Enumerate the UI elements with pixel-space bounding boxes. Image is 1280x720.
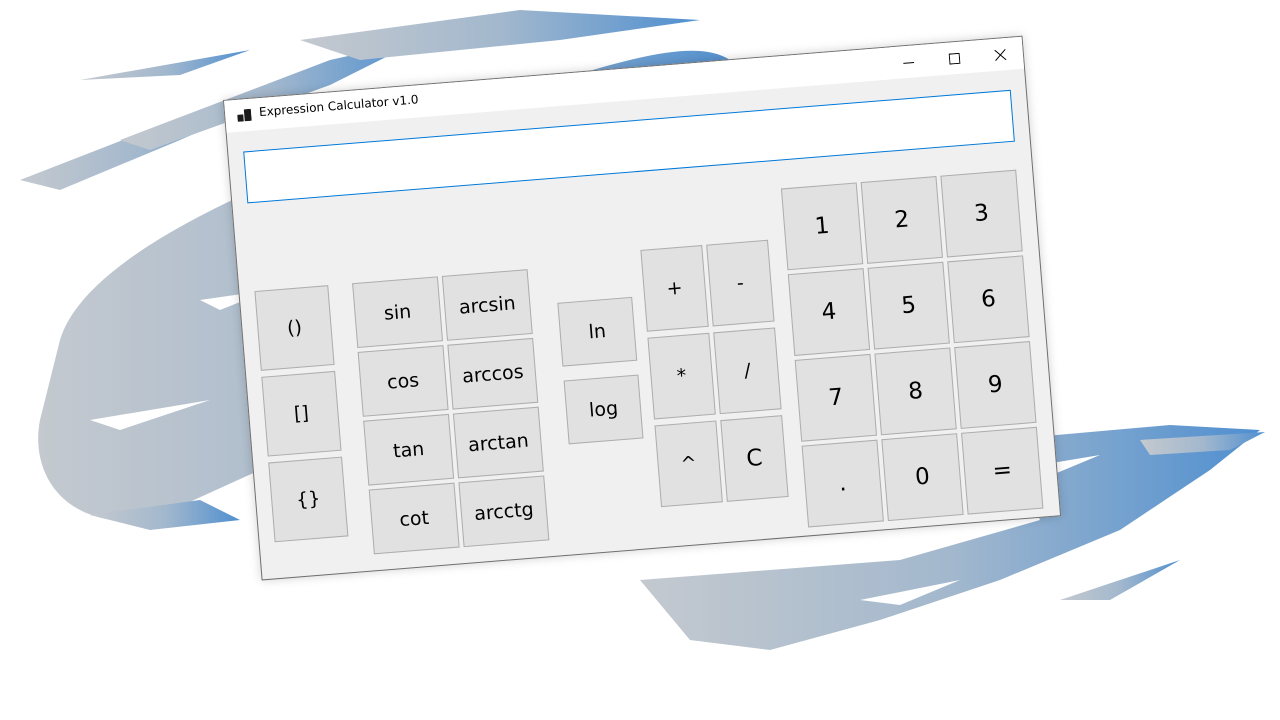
digit-4-button[interactable]: 4 — [787, 268, 871, 357]
curly-brackets-button[interactable]: {} — [268, 456, 349, 543]
minimize-button[interactable] — [884, 44, 932, 80]
calculator-window: Expression Calculator v1.0 () [] {} sin … — [223, 35, 1062, 581]
plus-button[interactable]: + — [640, 245, 709, 332]
maximize-button[interactable] — [930, 40, 978, 76]
desktop-stage: Expression Calculator v1.0 () [] {} sin … — [0, 0, 1280, 720]
clear-button[interactable]: C — [720, 415, 789, 502]
maximize-icon — [948, 52, 961, 65]
square-brackets-button[interactable]: [] — [261, 370, 342, 457]
arcsin-button[interactable]: arcsin — [441, 269, 533, 341]
app-icon — [237, 108, 252, 122]
arctan-button[interactable]: arctan — [452, 406, 544, 479]
multiply-button[interactable]: * — [647, 332, 716, 420]
arcctg-button[interactable]: arcctg — [458, 475, 550, 548]
equals-button[interactable]: = — [961, 426, 1044, 515]
divide-button[interactable]: / — [713, 327, 782, 415]
close-button[interactable] — [976, 37, 1024, 73]
digit-2-button[interactable]: 2 — [860, 176, 943, 264]
window-title: Expression Calculator v1.0 — [258, 92, 420, 120]
digit-3-button[interactable]: 3 — [940, 169, 1023, 258]
arccos-button[interactable]: arccos — [447, 337, 539, 410]
minimize-icon — [903, 61, 915, 64]
minus-button[interactable]: - — [706, 239, 775, 327]
digit-7-button[interactable]: 7 — [794, 353, 878, 442]
digit-1-button[interactable]: 1 — [780, 182, 864, 271]
cos-button[interactable]: cos — [357, 345, 449, 417]
cot-button[interactable]: cot — [368, 482, 460, 555]
digit-0-button[interactable]: 0 — [881, 433, 964, 522]
digit-9-button[interactable]: 9 — [954, 341, 1037, 429]
sin-button[interactable]: sin — [352, 276, 444, 349]
log-button[interactable]: log — [563, 374, 644, 445]
digit-8-button[interactable]: 8 — [874, 347, 957, 436]
digit-6-button[interactable]: 6 — [947, 255, 1030, 344]
ln-button[interactable]: ln — [557, 296, 638, 367]
digit-5-button[interactable]: 5 — [867, 261, 950, 350]
decimal-point-button[interactable]: . — [801, 439, 884, 528]
close-icon — [994, 49, 1007, 61]
tan-button[interactable]: tan — [363, 413, 455, 486]
parentheses-button[interactable]: () — [254, 285, 335, 371]
power-button[interactable]: ^ — [654, 420, 723, 508]
